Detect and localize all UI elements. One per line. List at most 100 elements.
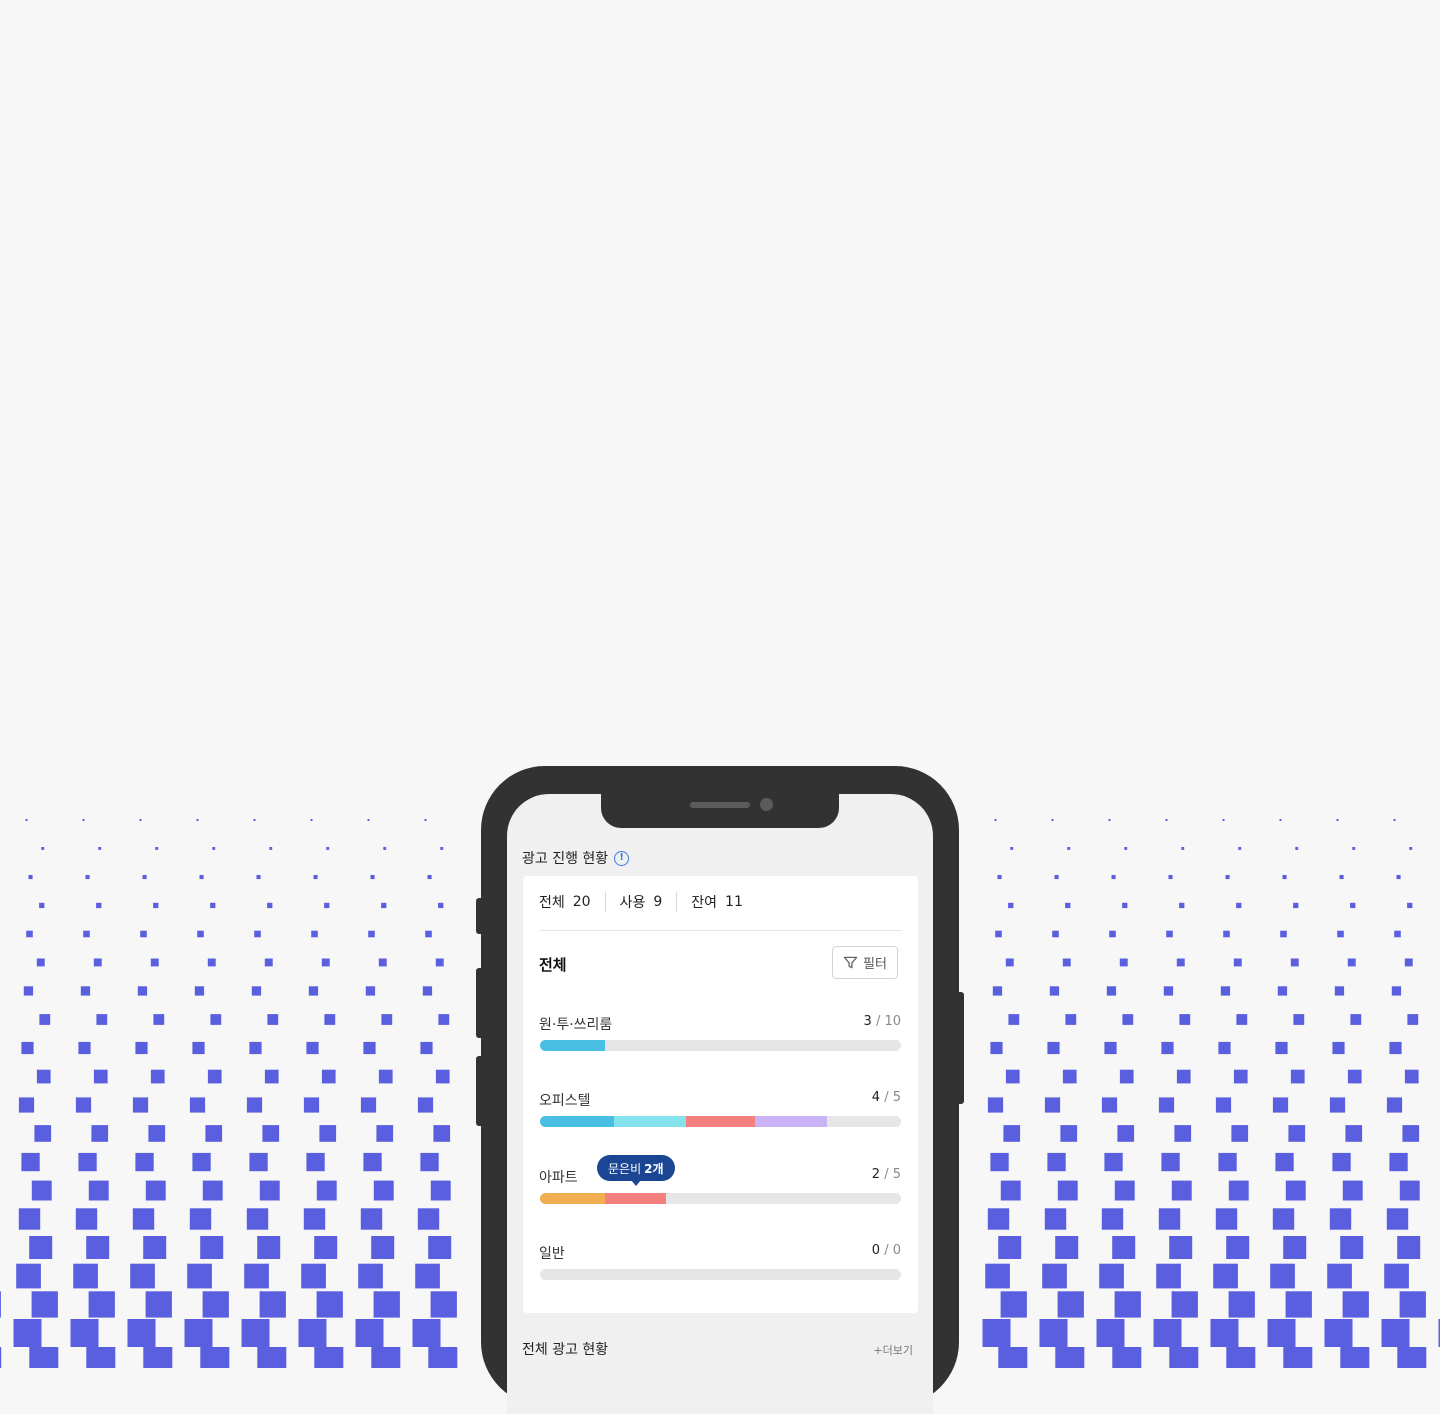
pattern-square bbox=[1405, 959, 1413, 967]
pattern-square bbox=[1166, 819, 1168, 821]
pattern-square bbox=[1389, 1042, 1401, 1054]
pattern-square bbox=[192, 1042, 204, 1054]
pattern-square bbox=[1332, 1153, 1350, 1171]
speaker-grille bbox=[690, 802, 750, 808]
category-count: 2 / 5 bbox=[872, 1167, 901, 1182]
pattern-square bbox=[138, 986, 147, 995]
pattern-square bbox=[1293, 903, 1298, 908]
pattern-square bbox=[428, 1236, 451, 1259]
summary-remain-label: 잔여 bbox=[691, 892, 717, 912]
pattern-square bbox=[1216, 1208, 1237, 1229]
category-label: 오피스텔 bbox=[539, 1090, 591, 1110]
total-count-separator: / bbox=[884, 1090, 893, 1105]
pattern-square bbox=[1169, 1347, 1198, 1368]
pattern-square bbox=[190, 1208, 211, 1229]
pattern-square bbox=[1047, 1042, 1059, 1054]
pattern-square bbox=[143, 1347, 172, 1368]
pattern-square bbox=[990, 1153, 1008, 1171]
pattern-square bbox=[371, 1347, 400, 1368]
pattern-square bbox=[153, 903, 158, 908]
pattern-square bbox=[1325, 1319, 1353, 1347]
status-card: 전체 20 사용 9 잔여 11 전체 필터 원·투·쓰리룸 bbox=[523, 876, 918, 1313]
pattern-square bbox=[247, 1208, 268, 1229]
pattern-square bbox=[135, 1153, 153, 1171]
pattern-square bbox=[24, 986, 33, 995]
pattern-square bbox=[249, 1042, 261, 1054]
pattern-square bbox=[257, 1236, 280, 1259]
category-label: 원·투·쓰리룸 bbox=[539, 1014, 612, 1034]
pattern-square bbox=[1343, 1181, 1363, 1201]
category-count: 3 / 10 bbox=[864, 1014, 901, 1029]
pattern-square bbox=[319, 1125, 336, 1142]
pattern-square bbox=[1181, 847, 1184, 850]
pattern-square bbox=[73, 1264, 98, 1289]
pattern-square bbox=[438, 1014, 449, 1025]
tooltip-name: 문은비 bbox=[608, 1160, 641, 1177]
info-icon[interactable]: ! bbox=[614, 851, 629, 866]
pattern-square bbox=[128, 1319, 156, 1347]
pattern-square bbox=[21, 1042, 33, 1054]
pattern-square bbox=[1052, 931, 1059, 938]
pattern-square bbox=[143, 875, 147, 879]
pattern-square bbox=[1340, 1347, 1369, 1368]
divider bbox=[605, 892, 606, 912]
pattern-square bbox=[1154, 1319, 1182, 1347]
pattern-square bbox=[89, 1181, 109, 1201]
pattern-square bbox=[1124, 847, 1127, 850]
pattern-square bbox=[242, 1319, 270, 1347]
pattern-square bbox=[1174, 1125, 1191, 1142]
pattern-square bbox=[1394, 931, 1401, 938]
pattern-square bbox=[41, 847, 44, 850]
pattern-square bbox=[431, 1291, 457, 1317]
pattern-square bbox=[1001, 1291, 1027, 1317]
pattern-square bbox=[998, 1236, 1021, 1259]
summary-used-value: 9 bbox=[653, 894, 662, 910]
pattern-square bbox=[151, 1070, 165, 1084]
pattern-square bbox=[34, 1125, 51, 1142]
pattern-square bbox=[1278, 986, 1287, 995]
pattern-square bbox=[1400, 1181, 1420, 1201]
summary-remain-value: 11 bbox=[725, 894, 743, 910]
pattern-square bbox=[19, 1208, 40, 1229]
pattern-square bbox=[39, 1014, 50, 1025]
pattern-square bbox=[324, 903, 329, 908]
pattern-square bbox=[1218, 1042, 1230, 1054]
pattern-square bbox=[381, 903, 386, 908]
category-count: 0 / 0 bbox=[872, 1243, 901, 1258]
pattern-square bbox=[86, 875, 90, 879]
pattern-square bbox=[133, 1208, 154, 1229]
pattern-square bbox=[205, 1125, 222, 1142]
pattern-square bbox=[208, 1070, 222, 1084]
pattern-square bbox=[358, 1264, 383, 1289]
pattern-square bbox=[140, 819, 142, 821]
pattern-square bbox=[366, 986, 375, 995]
usage-bar bbox=[540, 1193, 901, 1204]
pattern-square bbox=[1063, 959, 1071, 967]
pattern-square bbox=[1270, 1264, 1295, 1289]
summary-total: 전체 20 bbox=[539, 892, 591, 912]
pattern-square bbox=[413, 1319, 441, 1347]
summary-used-label: 사용 bbox=[620, 892, 646, 912]
pattern-square bbox=[1112, 1236, 1135, 1259]
pattern-square bbox=[135, 1042, 147, 1054]
pattern-square bbox=[195, 986, 204, 995]
pattern-square bbox=[304, 1097, 319, 1112]
pattern-square bbox=[78, 1042, 90, 1054]
pattern-square bbox=[1350, 1014, 1361, 1025]
pattern-square bbox=[363, 1153, 381, 1171]
pattern-square bbox=[1221, 986, 1230, 995]
pattern-square bbox=[262, 1125, 279, 1142]
pattern-square bbox=[374, 1181, 394, 1201]
filter-button[interactable]: 필터 bbox=[832, 946, 898, 979]
pattern-square bbox=[130, 1264, 155, 1289]
group-title: 전체 bbox=[539, 954, 567, 975]
pattern-square bbox=[269, 847, 272, 850]
pattern-square bbox=[1283, 1236, 1306, 1259]
used-count: 2 bbox=[872, 1167, 880, 1182]
pattern-square bbox=[1218, 1153, 1236, 1171]
pattern-square bbox=[1164, 986, 1173, 995]
pattern-square bbox=[1283, 1347, 1312, 1368]
more-link[interactable]: +더보기 bbox=[873, 1342, 913, 1358]
summary-bar: 전체 20 사용 9 잔여 11 bbox=[539, 892, 743, 912]
pattern-square bbox=[1340, 875, 1344, 879]
